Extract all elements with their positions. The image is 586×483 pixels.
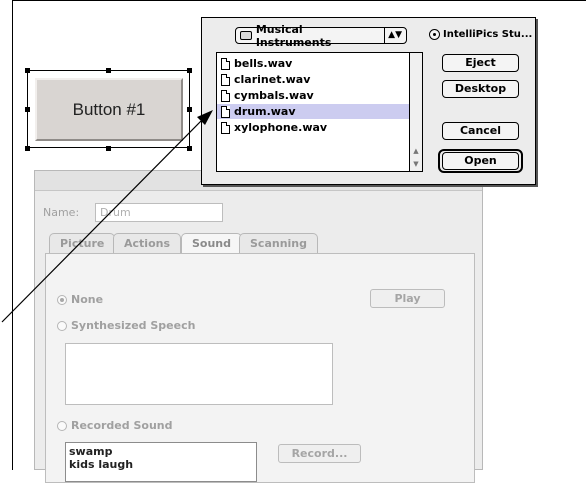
scroll-down-icon[interactable]: ▼: [410, 158, 422, 170]
file-list-scrollbar[interactable]: ▲ ▼: [409, 53, 422, 171]
list-item[interactable]: swamp: [69, 445, 253, 458]
popup-arrows-icon: ▲▼: [384, 28, 402, 43]
file-name: bells.wav: [234, 57, 293, 70]
file-item-bells[interactable]: bells.wav: [217, 56, 410, 71]
radio-recorded-label: Recorded Sound: [71, 419, 173, 432]
resize-handle-bm[interactable]: [106, 146, 111, 151]
resize-handle-bl[interactable]: [25, 146, 30, 151]
file-item-drum[interactable]: drum.wav: [217, 104, 410, 119]
disk-icon: [429, 29, 440, 40]
tab-picture[interactable]: Picture: [49, 233, 116, 253]
properties-dialog: Pro Name: Drum Picture Actions Sound Sca…: [34, 170, 483, 483]
tab-actions[interactable]: Actions: [113, 233, 181, 253]
folder-volume-icon: [240, 31, 252, 40]
scroll-up-icon[interactable]: ▲: [410, 145, 422, 157]
resize-handle-br[interactable]: [187, 146, 192, 151]
file-name: clarinet.wav: [234, 73, 311, 86]
radio-speech-label: Synthesized Speech: [71, 319, 196, 332]
name-label: Name:: [43, 206, 80, 219]
desktop-button[interactable]: Desktop: [442, 80, 519, 98]
resize-handle-mr[interactable]: [187, 107, 192, 112]
file-open-dialog: Musical Instruments ▲▼ IntelliPics Stu..…: [201, 17, 536, 185]
document-icon: [221, 89, 230, 102]
radio-speech-indicator[interactable]: [57, 320, 67, 331]
radio-none[interactable]: None: [57, 293, 103, 306]
resize-handle-ml[interactable]: [25, 107, 30, 112]
file-name: drum.wav: [234, 105, 296, 118]
radio-none-label: None: [71, 293, 104, 306]
file-name: xylophone.wav: [234, 121, 328, 134]
file-item-xylophone[interactable]: xylophone.wav: [217, 120, 410, 135]
open-button[interactable]: Open: [442, 152, 519, 170]
document-icon: [221, 57, 230, 70]
play-button[interactable]: Play: [370, 289, 445, 308]
file-list[interactable]: bells.wav clarinet.wav cymbals.wav drum.…: [216, 52, 423, 172]
document-icon: [221, 121, 230, 134]
disk-name: IntelliPics Stu...: [429, 29, 532, 40]
resize-handle-tl[interactable]: [25, 68, 30, 73]
radio-recorded-indicator[interactable]: [57, 420, 67, 431]
file-name: cymbals.wav: [234, 89, 314, 102]
resize-handle-tm[interactable]: [106, 68, 111, 73]
document-icon: [221, 105, 230, 118]
speech-text-area[interactable]: [65, 343, 333, 405]
tab-scanning[interactable]: Scanning: [239, 233, 319, 253]
name-field[interactable]: Drum: [95, 203, 223, 222]
file-item-cymbals[interactable]: cymbals.wav: [217, 88, 410, 103]
resize-handle-tr[interactable]: [187, 68, 192, 73]
disk-label-text: IntelliPics Stu...: [443, 29, 533, 40]
radio-none-indicator[interactable]: [57, 294, 67, 305]
canvas-button[interactable]: Button #1: [35, 78, 183, 141]
radio-synthesized-speech[interactable]: Synthesized Speech: [57, 319, 195, 332]
radio-recorded-sound[interactable]: Recorded Sound: [57, 419, 173, 432]
cancel-button[interactable]: Cancel: [442, 122, 519, 140]
folder-popup[interactable]: Musical Instruments ▲▼: [235, 23, 407, 49]
eject-button[interactable]: Eject: [442, 54, 519, 72]
document-icon: [221, 73, 230, 86]
recorded-sound-list[interactable]: swamp kids laugh: [65, 442, 257, 482]
tab-sound[interactable]: Sound: [181, 233, 243, 253]
folder-popup-label: Musical Instruments: [255, 22, 332, 49]
file-item-clarinet[interactable]: clarinet.wav: [217, 72, 410, 87]
record-button[interactable]: Record...: [278, 444, 361, 463]
